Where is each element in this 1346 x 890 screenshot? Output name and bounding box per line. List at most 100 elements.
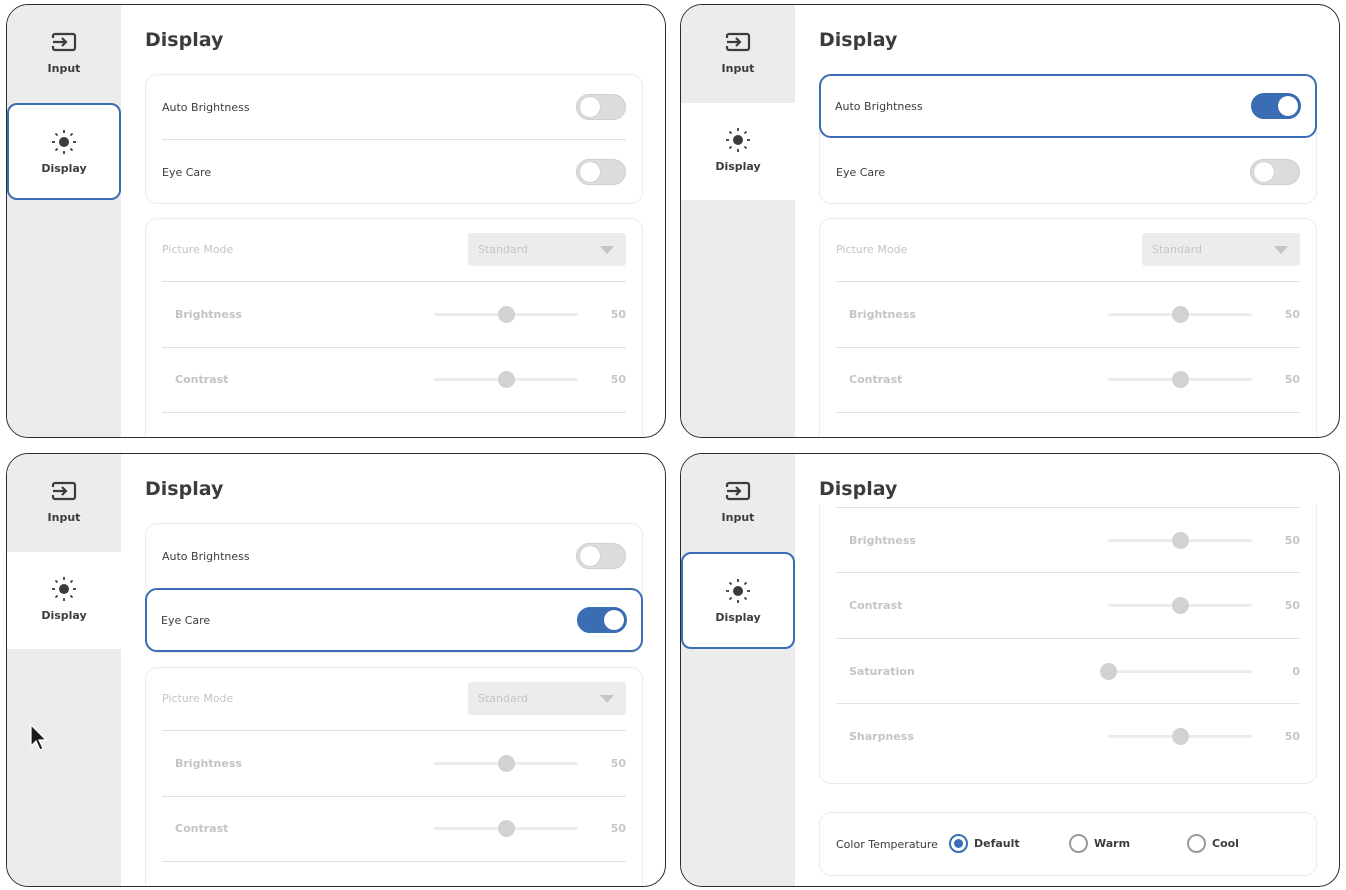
brightness-slider[interactable] bbox=[1108, 531, 1252, 549]
picture-mode-label: Picture Mode bbox=[836, 242, 908, 256]
picture-mode-value: Standard bbox=[478, 691, 529, 705]
sidebar-item-input[interactable]: Input bbox=[681, 454, 795, 551]
brightness-row: Brightness 50 bbox=[146, 282, 642, 346]
contrast-slider[interactable] bbox=[434, 819, 578, 837]
saturation-row bbox=[146, 862, 642, 886]
toggle-knob bbox=[580, 546, 600, 566]
toggle-knob bbox=[1254, 162, 1274, 182]
color-temp-default-radio[interactable]: Default bbox=[949, 834, 1020, 853]
input-icon bbox=[51, 478, 77, 504]
contrast-label: Contrast bbox=[849, 598, 903, 612]
page-title: Display bbox=[819, 29, 898, 51]
brightness-slider[interactable] bbox=[1108, 305, 1252, 323]
color-temperature-card: Color Temperature Default Warm Cool bbox=[819, 812, 1317, 876]
brightness-icon bbox=[726, 127, 750, 153]
brightness-row: Brightness 50 bbox=[146, 731, 642, 795]
mouse-cursor-icon bbox=[30, 724, 48, 751]
slider-thumb[interactable] bbox=[1171, 596, 1189, 614]
slider-thumb[interactable] bbox=[1171, 436, 1189, 437]
auto-brightness-toggle[interactable] bbox=[1251, 93, 1301, 119]
sidebar-item-input-label: Input bbox=[47, 62, 81, 75]
eye-care-toggle[interactable] bbox=[576, 159, 626, 185]
slider-thumb[interactable] bbox=[497, 885, 515, 886]
eye-care-toggle[interactable] bbox=[1250, 159, 1300, 185]
saturation-slider[interactable] bbox=[1099, 662, 1252, 680]
eye-care-label: Eye Care bbox=[162, 165, 212, 179]
slider-thumb[interactable] bbox=[497, 819, 515, 837]
auto-brightness-label: Auto Brightness bbox=[162, 549, 250, 563]
auto-brightness-toggle[interactable] bbox=[576, 94, 626, 120]
contrast-row: Contrast 50 bbox=[146, 347, 642, 411]
auto-brightness-label: Auto Brightness bbox=[162, 100, 250, 114]
brightness-value: 50 bbox=[1284, 533, 1300, 547]
contrast-label: Contrast bbox=[175, 821, 229, 835]
sidebar: Input Display bbox=[681, 454, 795, 886]
picture-card: Picture Mode Standard Brightness 50 Cont… bbox=[819, 218, 1317, 437]
saturation-value: 0 bbox=[1292, 664, 1300, 678]
contrast-value: 50 bbox=[610, 372, 626, 386]
slider-thumb[interactable] bbox=[497, 305, 515, 323]
auto-brightness-label: Auto Brightness bbox=[835, 100, 923, 113]
eye-care-label: Eye Care bbox=[836, 165, 886, 179]
contrast-slider[interactable] bbox=[434, 370, 578, 388]
contrast-label: Contrast bbox=[175, 372, 229, 386]
radio-button-icon bbox=[1187, 834, 1206, 853]
color-temp-warm-radio[interactable]: Warm bbox=[1069, 834, 1130, 853]
page-title: Display bbox=[145, 478, 224, 500]
saturation-row: Saturation 0 bbox=[820, 639, 1316, 703]
contrast-value: 50 bbox=[610, 821, 626, 835]
eye-care-label: Eye Care bbox=[161, 614, 211, 627]
brightness-icon bbox=[52, 129, 76, 155]
sidebar-item-input-label: Input bbox=[721, 511, 755, 524]
color-temp-warm-label: Warm bbox=[1094, 837, 1131, 850]
sidebar-item-input[interactable]: Input bbox=[7, 5, 121, 102]
contrast-slider[interactable] bbox=[1108, 596, 1252, 614]
color-temp-cool-radio[interactable]: Cool bbox=[1187, 834, 1239, 853]
color-temp-cool-label: Cool bbox=[1212, 837, 1239, 850]
sidebar-item-display[interactable]: Display bbox=[7, 552, 121, 649]
brightness-label: Brightness bbox=[849, 307, 916, 321]
contrast-slider[interactable] bbox=[1108, 370, 1252, 388]
slider-thumb[interactable] bbox=[497, 754, 515, 772]
saturation-row bbox=[820, 413, 1316, 437]
input-icon bbox=[51, 29, 77, 55]
slider-thumb[interactable] bbox=[1099, 662, 1117, 680]
auto-brightness-toggle[interactable] bbox=[576, 543, 626, 569]
saturation-label: Saturation bbox=[849, 664, 915, 678]
contrast-value: 50 bbox=[1284, 372, 1300, 386]
sharpness-label: Sharpness bbox=[849, 729, 914, 743]
eye-care-toggle[interactable] bbox=[577, 607, 627, 633]
picture-mode-select[interactable]: Standard bbox=[1142, 232, 1300, 266]
brightness-value: 50 bbox=[1284, 307, 1300, 321]
slider-thumb[interactable] bbox=[1171, 370, 1189, 388]
radio-button-icon bbox=[949, 834, 968, 853]
panel-display-default: Input Display Display Auto Brightness Ey… bbox=[6, 4, 666, 438]
sidebar-item-display[interactable]: Display bbox=[681, 103, 795, 200]
eye-care-row-focused[interactable]: Eye Care bbox=[145, 588, 643, 652]
auto-brightness-row-focused[interactable]: Auto Brightness bbox=[819, 74, 1317, 138]
slider-thumb[interactable] bbox=[1171, 727, 1189, 745]
brightness-slider[interactable] bbox=[434, 305, 578, 323]
sidebar: Input Display bbox=[7, 5, 121, 437]
picture-mode-value: Standard bbox=[1152, 242, 1203, 256]
chevron-down-icon bbox=[600, 245, 614, 254]
eye-care-row: Eye Care bbox=[820, 140, 1316, 204]
input-icon bbox=[725, 29, 751, 55]
picture-mode-select[interactable]: Standard bbox=[468, 232, 626, 266]
picture-mode-select[interactable]: Standard bbox=[468, 681, 626, 715]
panel-eye-care-on: Input Display Display Auto Brightness Ey… bbox=[6, 453, 666, 887]
brightness-slider[interactable] bbox=[434, 754, 578, 772]
picture-mode-row: Picture Mode Standard bbox=[146, 666, 642, 730]
brightness-label: Brightness bbox=[849, 533, 916, 547]
sidebar-item-input[interactable]: Input bbox=[681, 5, 795, 102]
slider-thumb[interactable] bbox=[497, 370, 515, 388]
slider-thumb[interactable] bbox=[1171, 531, 1189, 549]
radio-button-icon bbox=[1069, 834, 1088, 853]
sidebar-item-display[interactable]: Display bbox=[681, 552, 795, 649]
slider-thumb[interactable] bbox=[1171, 305, 1189, 323]
slider-thumb[interactable] bbox=[497, 436, 515, 437]
sidebar-item-display[interactable]: Display bbox=[7, 103, 121, 200]
color-temp-default-label: Default bbox=[974, 837, 1020, 850]
sidebar-item-input[interactable]: Input bbox=[7, 454, 121, 551]
sharpness-slider[interactable] bbox=[1108, 727, 1252, 745]
